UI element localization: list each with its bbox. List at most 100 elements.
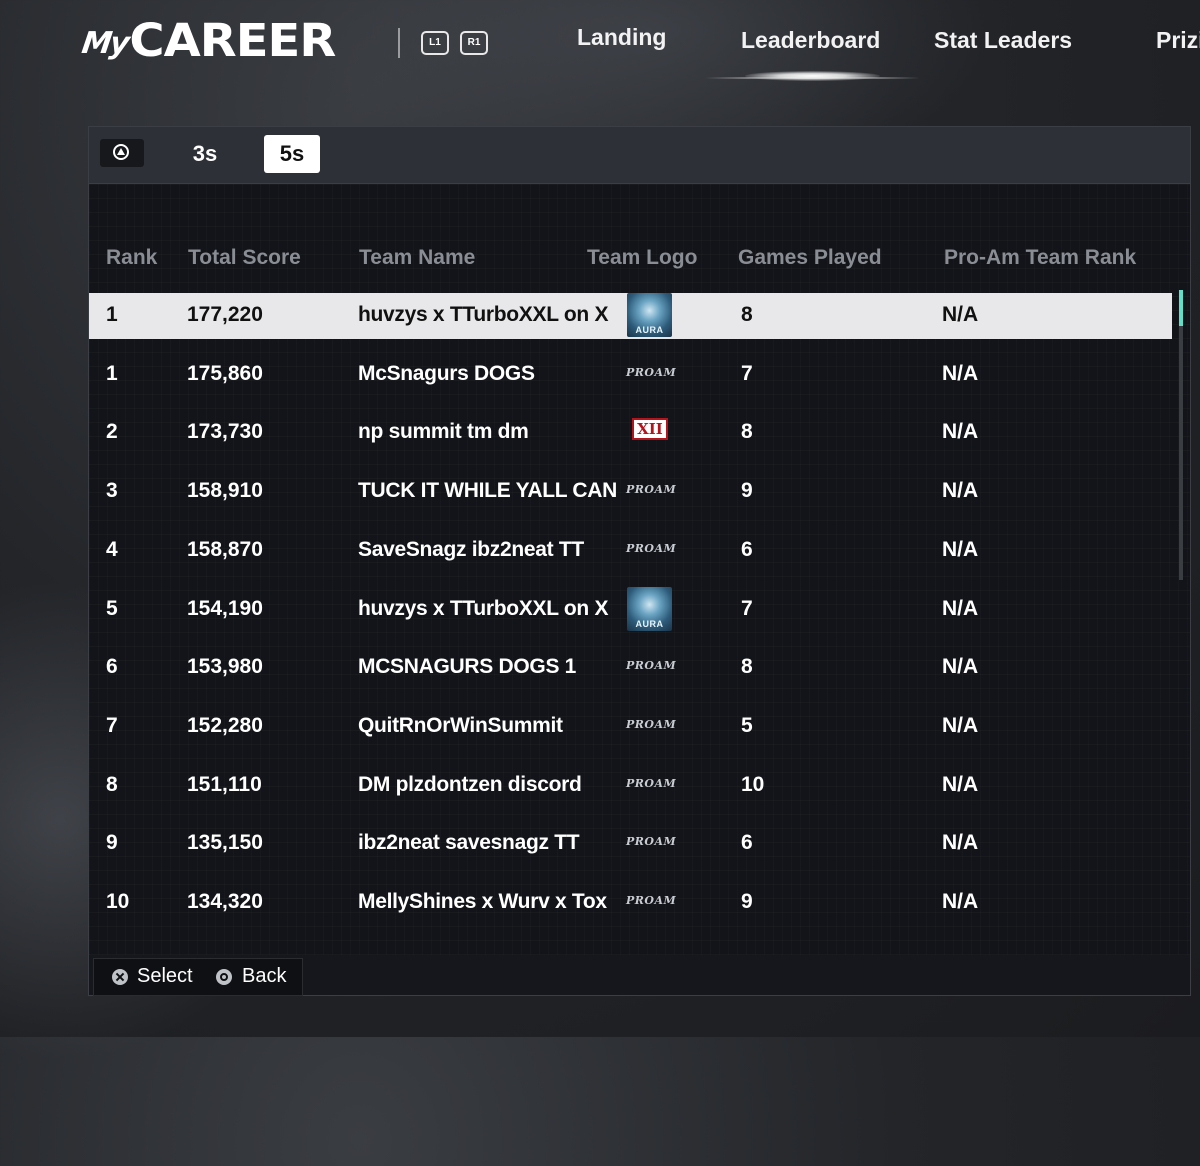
header-team-logo: Team Logo — [587, 246, 698, 269]
mode-tab-bar: 3s 5s — [89, 127, 1190, 184]
games-played-cell: 9 — [741, 890, 753, 913]
l1-button-icon[interactable]: L1 — [421, 31, 449, 55]
games-played-cell: 5 — [741, 713, 753, 737]
mycareer-logo: My CAREER — [79, 14, 337, 68]
header-divider — [398, 28, 400, 58]
scrollbar[interactable] — [1179, 290, 1183, 580]
aura-logo-label: AURA — [635, 618, 664, 629]
table-row[interactable]: 1 175,860 McSnagurs DOGS 7 N/A PROAM — [89, 352, 1172, 398]
logo-career: CAREER — [129, 14, 336, 68]
nav-tab-stat-leaders[interactable]: Stat Leaders — [934, 27, 1072, 67]
total-score-cell: 158,870 — [187, 537, 263, 561]
proam-icon: PROAM — [626, 717, 677, 731]
header-rank: Rank — [106, 246, 158, 269]
proam-icon: PROAM — [626, 835, 677, 849]
button-prompt-bar: Select Back — [93, 958, 303, 996]
table-row[interactable]: 9 135,150 ibz2neat savesnagz TT 6 N/A PROAM — [89, 821, 1172, 867]
rank-cell: 4 — [106, 537, 118, 561]
table-row[interactable]: 6 153,980 MCSNAGURS DOGS 1 8 N/A PROAM — [89, 645, 1172, 691]
team-name-cell: np summit tm dm — [358, 420, 529, 444]
xii-icon: XII — [632, 418, 668, 441]
proam-icon: PROAM — [626, 365, 677, 379]
rank-cell: 3 — [106, 479, 118, 503]
rank-cell: 1 — [106, 361, 118, 385]
proam-rank-cell: N/A — [942, 890, 979, 913]
aura-icon: AURA — [627, 293, 672, 337]
team-name-cell: MellyShines x Wurv x Tox — [358, 890, 607, 913]
rank-cell: 10 — [106, 890, 130, 913]
games-played-cell: 7 — [741, 361, 753, 385]
rank-cell: 9 — [106, 831, 118, 855]
rank-cell: 2 — [106, 420, 118, 444]
back-prompt[interactable]: Back — [242, 965, 286, 988]
proam-rank-cell: N/A — [942, 655, 979, 679]
proam-rank-cell: N/A — [942, 361, 979, 385]
scrollbar-thumb[interactable] — [1179, 290, 1183, 326]
games-played-cell: 8 — [741, 303, 753, 326]
proam-icon: PROAM — [626, 776, 677, 790]
table-row[interactable]: 1 177,220 huvzys x TTurboXXL on X 8 N/A AURA — [89, 293, 1172, 339]
games-played-cell: 8 — [741, 655, 753, 679]
team-name-cell: SaveSnagz ibz2neat TT — [358, 537, 584, 561]
proam-icon: PROAM — [626, 541, 677, 555]
table-row[interactable]: 2 173,730 np summit tm dm 8 N/A XII — [89, 410, 1172, 456]
total-score-cell: 158,910 — [187, 479, 263, 503]
proam-rank-cell: N/A — [942, 420, 979, 444]
table-row[interactable]: 5 154,190 huvzys x TTurboXXL on X 7 N/A AURA — [89, 586, 1172, 633]
total-score-cell: 175,860 — [187, 361, 263, 385]
total-score-cell: 177,220 — [187, 303, 263, 326]
proam-rank-cell: N/A — [942, 713, 979, 737]
triangle-button-icon[interactable] — [100, 139, 144, 167]
tab-5s[interactable]: 5s — [264, 135, 320, 173]
proam-icon: PROAM — [626, 483, 677, 497]
r1-button-icon[interactable]: R1 — [460, 31, 488, 55]
team-name-cell: MCSNAGURS DOGS 1 — [358, 655, 577, 679]
leaderboard-panel: 3s 5s Rank Total Score Team Name Team Lo… — [88, 126, 1191, 996]
proam-rank-cell: N/A — [942, 479, 979, 503]
games-played-cell: 7 — [741, 596, 753, 620]
team-name-cell: TUCK IT WHILE YALL CAN — [358, 479, 618, 503]
header-team-name: Team Name — [359, 246, 476, 269]
team-name-cell: ibz2neat savesnagz TT — [358, 831, 580, 855]
proam-icon: PROAM — [626, 894, 677, 907]
proam-rank-cell: N/A — [942, 537, 979, 561]
header-proam-rank: Pro-Am Team Rank — [944, 246, 1137, 269]
header-games-played: Games Played — [738, 246, 882, 269]
nav-tab-leaderboard[interactable]: Leaderboard — [741, 27, 880, 67]
team-name-cell: QuitRnOrWinSummit — [358, 713, 563, 737]
table-row[interactable]: 3 158,910 TUCK IT WHILE YALL CAN 9 N/A PROAM — [89, 469, 1172, 515]
games-played-cell: 9 — [741, 479, 753, 503]
table-row[interactable]: 4 158,870 SaveSnagz ibz2neat TT 6 N/A PROAM — [89, 528, 1172, 574]
team-name-cell: DM plzdontzen discord — [358, 772, 582, 796]
table-row[interactable]: 10 134,320 MellyShines x Wurv x Tox 9 N/A PRO… — [89, 880, 1172, 926]
total-score-cell: 135,150 — [187, 831, 263, 855]
rank-cell: 5 — [106, 596, 118, 620]
total-score-cell: 153,980 — [187, 655, 263, 679]
logo-my: My — [79, 26, 130, 61]
team-name-cell: huvzys x TTurboXXL on X — [358, 596, 609, 620]
games-played-cell: 8 — [741, 420, 753, 444]
circle-button-icon — [216, 969, 232, 985]
proam-icon: PROAM — [626, 659, 677, 673]
total-score-cell: 151,110 — [187, 772, 262, 796]
nav-tab-prizes[interactable]: Prizi — [1156, 27, 1200, 67]
table-row[interactable]: 7 152,280 QuitRnOrWinSummit 5 N/A PROAM — [89, 704, 1172, 750]
aura-icon: AURA — [627, 586, 672, 631]
aura-logo-label: AURA — [635, 325, 664, 335]
team-name-cell: huvzys x TTurboXXL on X — [358, 303, 609, 326]
proam-rank-cell: N/A — [942, 303, 979, 326]
header-total-score: Total Score — [188, 246, 301, 269]
select-prompt[interactable]: Select — [137, 965, 193, 988]
table-row[interactable]: 8 151,110 DM plzdontzen discord 10 N/A PROAM — [89, 763, 1172, 809]
total-score-cell: 134,320 — [187, 890, 263, 913]
games-played-cell: 6 — [741, 831, 753, 855]
total-score-cell: 152,280 — [187, 713, 263, 737]
nav-tab-landing[interactable]: Landing — [577, 24, 666, 64]
proam-rank-cell: N/A — [942, 596, 979, 620]
total-score-cell: 173,730 — [187, 420, 263, 444]
total-score-cell: 154,190 — [187, 596, 263, 620]
proam-rank-cell: N/A — [942, 772, 979, 796]
tab-3s[interactable]: 3s — [179, 135, 231, 173]
team-name-cell: McSnagurs DOGS — [358, 361, 535, 385]
games-played-cell: 6 — [741, 537, 753, 561]
